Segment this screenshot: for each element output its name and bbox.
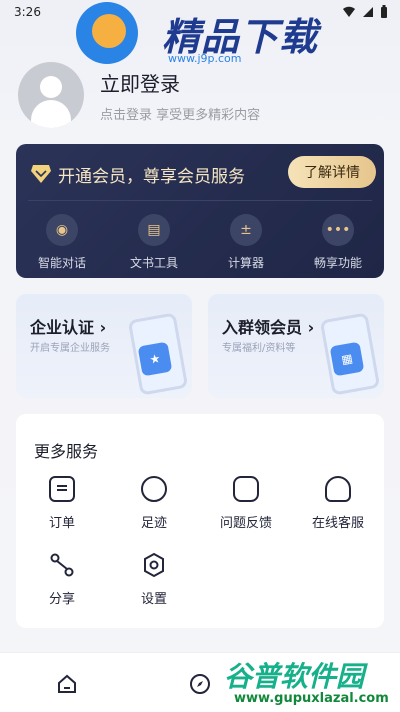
promo-subtitle: 开启专属企业服务 (30, 343, 110, 354)
more-services-title: 更多服务 (34, 442, 99, 461)
order-icon (49, 476, 75, 502)
diamond-icon (31, 165, 51, 183)
document-tool-icon: ▤ (138, 214, 170, 246)
vip-feature-label: 计算器 (227, 256, 264, 270)
promo-title: 入群领会员 › (222, 318, 315, 337)
vip-feature-calculator[interactable]: ± 计算器 (200, 208, 292, 274)
service-support[interactable]: 在线客服 (292, 476, 384, 531)
avatar-body (31, 100, 71, 128)
qr-code-icon: ▦ (329, 341, 365, 377)
vip-feature-label: 文书工具 (129, 256, 178, 270)
watermark-bottom: 谷普软件园 www.gupuxlazal.com (220, 655, 396, 711)
calculator-icon: ± (230, 214, 262, 246)
footprint-icon (141, 476, 167, 502)
chat-icon: ◉ (46, 214, 78, 246)
service-feedback[interactable]: 问题反馈 (200, 476, 292, 531)
vip-feature-document[interactable]: ▤ 文书工具 (108, 208, 200, 274)
vip-headline: 开通会员，尊享会员服务 (58, 167, 245, 187)
compass-icon[interactable] (189, 673, 211, 695)
login-subtitle: 点击登录 享受更多精彩内容 (100, 108, 261, 123)
status-time: 3:26 (14, 5, 41, 19)
vip-card[interactable]: 开通会员，尊享会员服务 了解详情 ◉ 智能对话 ▤ 文书工具 ± 计算器 •••… (16, 144, 384, 278)
battery-icon (381, 5, 387, 18)
vip-feature-list: ◉ 智能对话 ▤ 文书工具 ± 计算器 ••• 畅享功能 (16, 208, 384, 274)
vip-feature-label: 智能对话 (37, 256, 86, 270)
settings-icon (144, 552, 164, 578)
profile-header[interactable]: 立即登录 点击登录 享受更多精彩内容 (18, 62, 388, 132)
headset-icon (325, 476, 351, 502)
vip-divider (28, 200, 372, 201)
watermark-dot (92, 14, 126, 48)
service-label: 足迹 (140, 516, 167, 531)
promo-group[interactable]: 入群领会员 › 专属福利/资料等 ▦ (208, 294, 384, 398)
service-label: 分享 (48, 592, 75, 607)
service-order[interactable]: 订单 (16, 476, 108, 531)
feedback-icon (233, 476, 259, 502)
share-icon (50, 553, 74, 577)
watermark-bottom-brand: 谷普软件园 (224, 660, 365, 693)
service-footprint[interactable]: 足迹 (108, 476, 200, 531)
vip-feature-label: 畅享功能 (313, 256, 362, 270)
verified-badge-icon: ★ (137, 341, 173, 377)
avatar-head (40, 76, 62, 98)
promo-subtitle: 专属福利/资料等 (222, 343, 296, 354)
service-label: 设置 (140, 592, 167, 607)
service-label: 订单 (48, 516, 75, 531)
vip-top-row: 开通会员，尊享会员服务 了解详情 (26, 156, 376, 192)
login-title[interactable]: 立即登录 (100, 68, 180, 97)
more-services-card: 更多服务 订单 足迹 问题反馈 在线客服 分享 设置 (16, 414, 384, 628)
watermark-bottom-site: www.gupuxlazal.com (234, 691, 389, 706)
wifi-icon (343, 6, 355, 17)
service-label: 在线客服 (311, 516, 364, 531)
service-settings[interactable]: 设置 (108, 552, 200, 607)
promo-title: 企业认证 › (30, 318, 107, 337)
home-icon[interactable] (56, 673, 78, 695)
avatar[interactable] (18, 62, 84, 128)
vip-details-button[interactable]: 了解详情 (288, 156, 376, 188)
vip-feature-chat[interactable]: ◉ 智能对话 (16, 208, 108, 274)
more-dots-icon: ••• (322, 214, 354, 246)
service-label: 问题反馈 (219, 516, 272, 531)
vip-feature-more[interactable]: ••• 畅享功能 (292, 208, 384, 274)
signal-icon (363, 7, 373, 17)
service-share[interactable]: 分享 (16, 552, 108, 607)
promo-enterprise[interactable]: 企业认证 › 开启专属企业服务 ★ (16, 294, 192, 398)
status-icons (342, 5, 388, 19)
